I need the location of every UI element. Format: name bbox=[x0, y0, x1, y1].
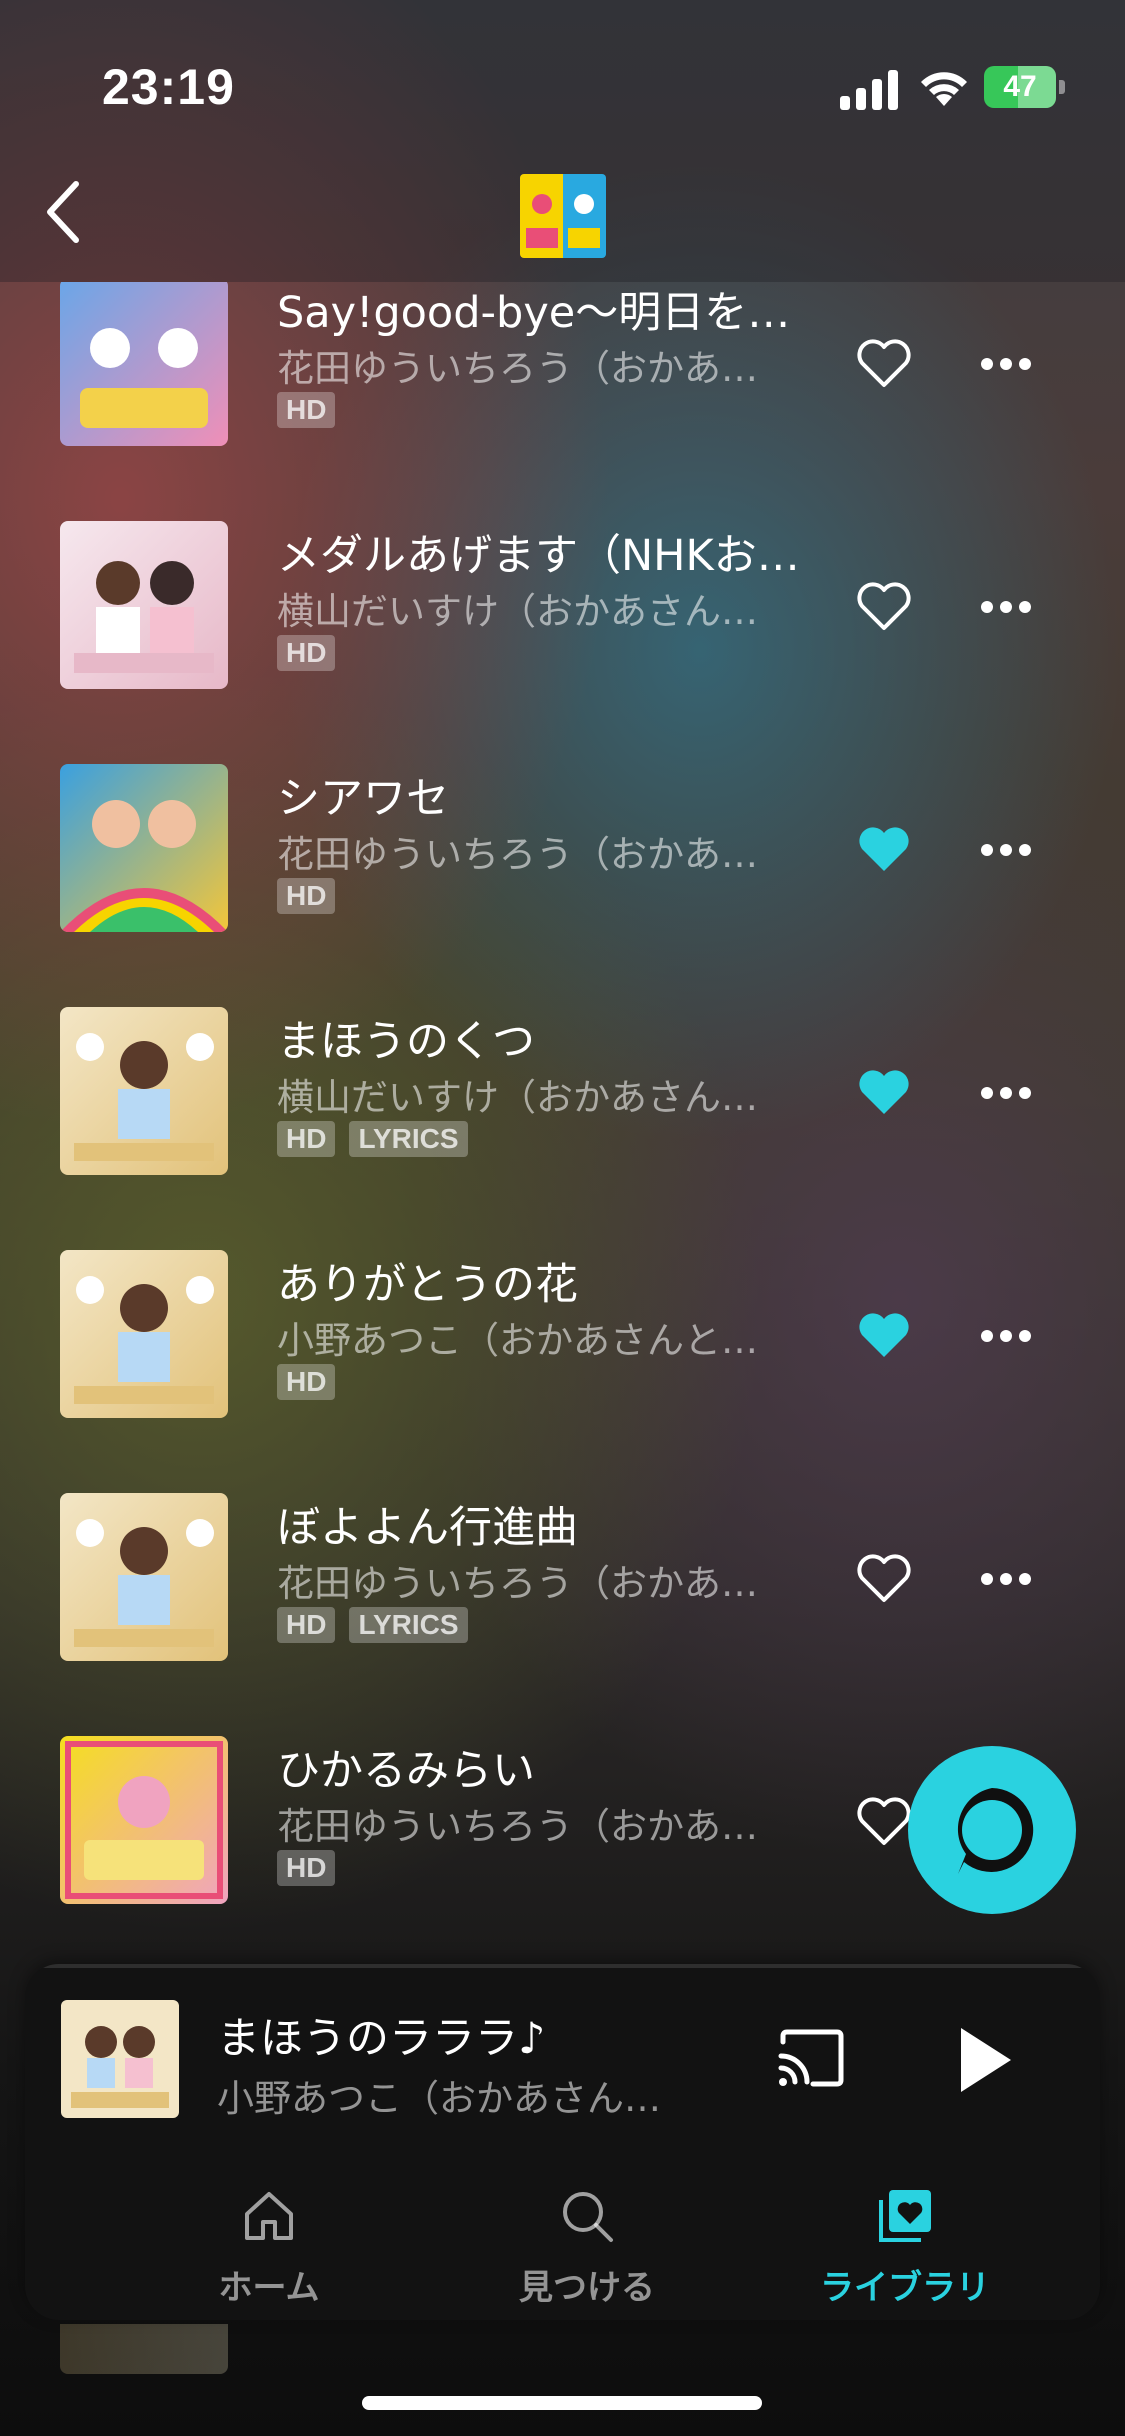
hd-badge: HD bbox=[277, 392, 336, 428]
tab-library-label: ライブラリ bbox=[820, 2268, 990, 2308]
track-badges: HD LYRICS bbox=[277, 1121, 482, 1157]
search-icon bbox=[563, 2192, 613, 2242]
battery-percent: 47 bbox=[1003, 70, 1037, 103]
status-time: 23:19 bbox=[102, 59, 235, 115]
heart-outline-icon[interactable] bbox=[856, 1554, 912, 1604]
now-playing-album-art[interactable] bbox=[61, 2000, 179, 2118]
cast-icon[interactable] bbox=[775, 2028, 847, 2088]
track-artist[interactable]: 花田ゆういちろう（おかあ… bbox=[277, 824, 758, 878]
track-artist[interactable]: 花田ゆういちろう（おかあ… bbox=[277, 1796, 758, 1850]
track-row[interactable]: ありがとうの花 小野あつこ（おかあさんと… HD bbox=[0, 1214, 1125, 1457]
more-options-icon[interactable] bbox=[980, 1572, 1032, 1586]
tab-home-label: ホーム bbox=[218, 2268, 320, 2308]
heart-filled-icon[interactable] bbox=[856, 825, 912, 875]
heart-outline-icon[interactable] bbox=[856, 1797, 912, 1847]
track-row[interactable]: ぼよよん行進曲 花田ゆういちろう（おかあ… HD LYRICS bbox=[0, 1457, 1125, 1700]
hd-badge: HD bbox=[277, 1850, 336, 1886]
battery-icon: 47 bbox=[984, 66, 1066, 108]
album-art-icon[interactable] bbox=[520, 174, 606, 258]
status-bar: 23:19 47 bbox=[0, 0, 1125, 180]
track-title[interactable]: ぼよよん行進曲 bbox=[277, 1493, 578, 1555]
track-badges: HD bbox=[277, 635, 349, 671]
alexa-icon bbox=[957, 1788, 1034, 1874]
partial-album-art bbox=[60, 2324, 228, 2374]
hd-badge: HD bbox=[277, 1121, 336, 1157]
track-artist[interactable]: 花田ゆういちろう（おかあ… bbox=[277, 338, 758, 392]
track-badges: HD bbox=[277, 878, 349, 914]
track-album-art[interactable] bbox=[60, 1250, 228, 1418]
track-badges: HD LYRICS bbox=[277, 1607, 482, 1643]
track-album-art[interactable] bbox=[60, 1736, 228, 1904]
track-title[interactable]: シアワセ bbox=[277, 764, 449, 826]
track-album-art[interactable] bbox=[60, 764, 228, 932]
lyrics-badge: LYRICS bbox=[349, 1607, 468, 1643]
track-artist[interactable]: 横山だいすけ（おかあさん… bbox=[277, 1067, 758, 1121]
play-icon[interactable] bbox=[955, 2024, 1015, 2096]
alexa-button[interactable] bbox=[908, 1746, 1076, 1914]
hd-badge: HD bbox=[277, 878, 336, 914]
track-row[interactable]: Say!good-bye〜明日を… 花田ゆういちろう（おかあ… HD bbox=[0, 282, 1125, 485]
track-artist[interactable]: 小野あつこ（おかあさんと… bbox=[277, 1310, 758, 1364]
library-icon bbox=[879, 2190, 931, 2242]
track-title[interactable]: Say!good-bye〜明日を… bbox=[277, 282, 790, 340]
track-badges: HD bbox=[277, 392, 349, 428]
track-album-art[interactable] bbox=[60, 521, 228, 689]
heart-outline-icon[interactable] bbox=[856, 582, 912, 632]
track-artist[interactable]: 花田ゆういちろう（おかあ… bbox=[277, 1553, 758, 1607]
more-options-icon[interactable] bbox=[980, 843, 1032, 857]
home-indicator[interactable] bbox=[362, 2396, 762, 2410]
track-album-art[interactable] bbox=[60, 282, 228, 446]
hd-badge: HD bbox=[277, 1364, 336, 1400]
track-title[interactable]: ありがとうの花 bbox=[277, 1250, 578, 1312]
track-title[interactable]: まほうのくつ bbox=[277, 1007, 535, 1069]
wifi-icon bbox=[921, 72, 967, 106]
home-icon bbox=[245, 2192, 293, 2240]
tab-home[interactable]: ホーム bbox=[119, 2164, 419, 2320]
heart-filled-icon[interactable] bbox=[856, 1311, 912, 1361]
now-playing-artist[interactable]: 小野あつこ（おかあさん… bbox=[217, 2068, 661, 2122]
more-options-icon[interactable] bbox=[980, 1086, 1032, 1100]
hd-badge: HD bbox=[277, 635, 336, 671]
track-list[interactable]: Say!good-bye〜明日を… 花田ゆういちろう（おかあ… HD メダルあげます（… bbox=[0, 282, 1125, 1962]
now-playing-title[interactable]: まほうのラララ♪ bbox=[217, 2004, 545, 2066]
more-options-icon[interactable] bbox=[980, 357, 1032, 371]
track-row[interactable]: シアワセ 花田ゆういちろう（おかあ… HD bbox=[0, 728, 1125, 971]
cellular-signal-icon bbox=[840, 70, 898, 110]
track-album-art[interactable] bbox=[60, 1007, 228, 1175]
track-artist[interactable]: 横山だいすけ（おかあさん… bbox=[277, 581, 758, 635]
track-title[interactable]: ひかるみらい bbox=[277, 1736, 535, 1798]
more-options-icon[interactable] bbox=[980, 1329, 1032, 1343]
track-row[interactable]: メダルあげます（NHKお… 横山だいすけ（おかあさん… HD bbox=[0, 485, 1125, 728]
heart-outline-icon[interactable] bbox=[856, 339, 912, 389]
tab-search[interactable]: 見つける bbox=[437, 2164, 737, 2320]
track-badges: HD bbox=[277, 1850, 349, 1886]
heart-filled-icon[interactable] bbox=[856, 1068, 912, 1118]
track-album-art[interactable] bbox=[60, 1493, 228, 1661]
track-badges: HD bbox=[277, 1364, 349, 1400]
playback-progress-track bbox=[25, 1964, 1100, 1968]
hd-badge: HD bbox=[277, 1607, 336, 1643]
track-row[interactable]: まほうのくつ 横山だいすけ（おかあさん… HD LYRICS bbox=[0, 971, 1125, 1214]
track-title[interactable]: メダルあげます（NHKお… bbox=[277, 521, 800, 583]
back-chevron-icon[interactable] bbox=[36, 172, 96, 252]
lyrics-badge: LYRICS bbox=[349, 1121, 468, 1157]
more-options-icon[interactable] bbox=[980, 600, 1032, 614]
tab-library[interactable]: ライブラリ bbox=[755, 2164, 1055, 2320]
mini-player[interactable]: まほうのラララ♪ 小野あつこ（おかあさん… ホーム 見つける ライブラリ bbox=[25, 1964, 1100, 2320]
tab-search-label: 見つける bbox=[519, 2268, 655, 2308]
tab-bar: ホーム 見つける ライブラリ bbox=[25, 2164, 1100, 2320]
